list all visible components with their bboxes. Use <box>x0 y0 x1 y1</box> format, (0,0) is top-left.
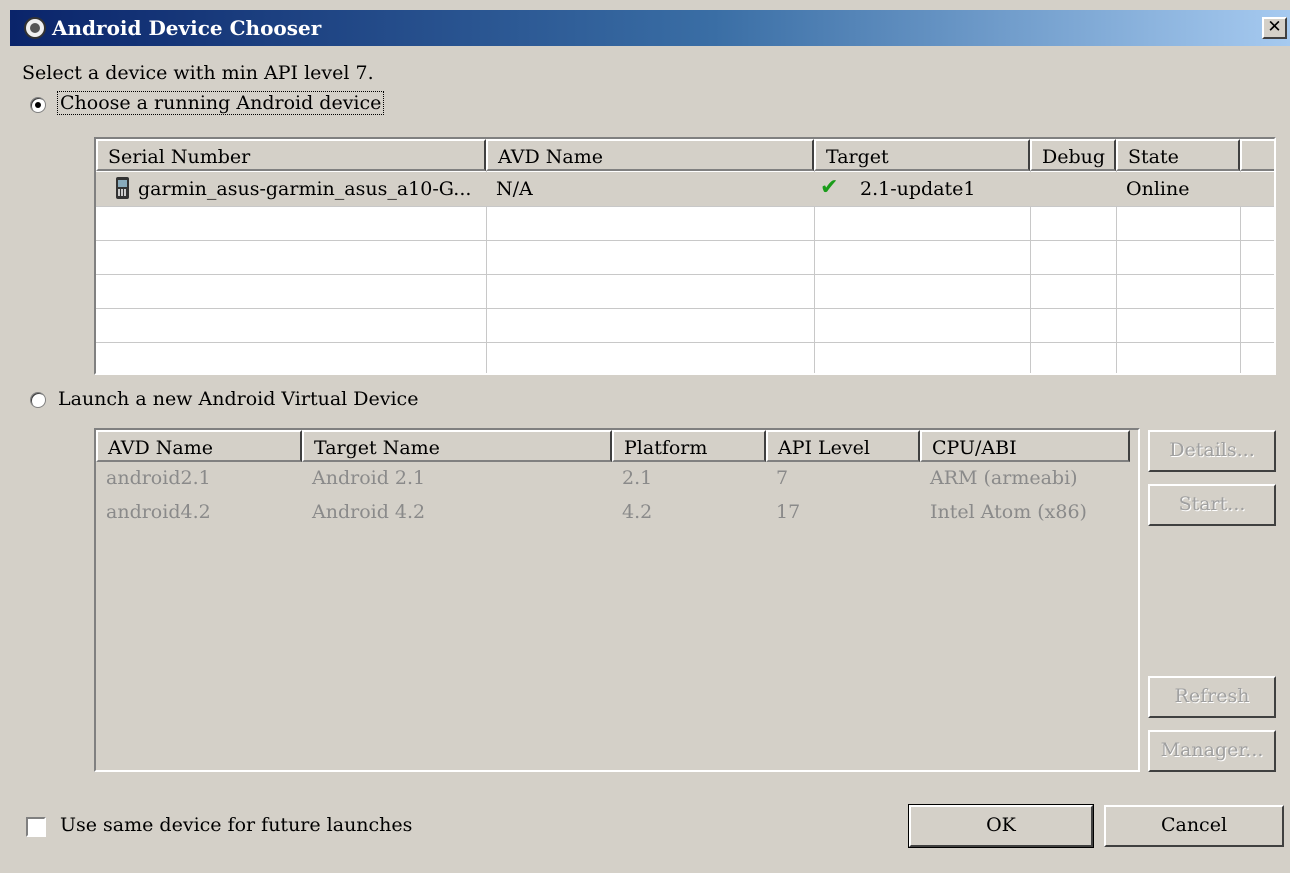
launch-avd-radio-label[interactable]: Launch a new Android Virtual Device <box>58 388 418 410</box>
window-title: Android Device Chooser <box>52 16 322 40</box>
refresh-button[interactable]: Refresh <box>1148 676 1276 718</box>
col-state[interactable]: State <box>1116 139 1240 171</box>
avd-name: android4.2 <box>106 501 211 523</box>
col-cpu-abi[interactable]: CPU/ABI <box>920 430 1130 462</box>
avd-platform: 4.2 <box>622 501 653 523</box>
launch-avd-radio[interactable] <box>30 392 46 408</box>
cell-serial: garmin_asus-garmin_asus_a10-G... <box>96 172 486 206</box>
serial-text: garmin_asus-garmin_asus_a10-G... <box>138 178 472 200</box>
col-target-name[interactable]: Target Name <box>302 430 612 462</box>
title-bar[interactable]: Android Device Chooser <box>10 10 1290 46</box>
col-target[interactable]: Target <box>814 139 1030 171</box>
cell-target: ✔ 2.1-update1 <box>814 172 1030 206</box>
same-device-checkbox[interactable] <box>26 817 46 837</box>
phone-icon <box>116 177 129 199</box>
avd-target: Android 4.2 <box>312 501 426 523</box>
start-button[interactable]: Start... <box>1148 484 1276 526</box>
avd-cpu: Intel Atom (x86) <box>930 501 1087 523</box>
same-device-checkbox-label[interactable]: Use same device for future launches <box>60 814 412 836</box>
col-avd-name[interactable]: AVD Name <box>486 139 814 171</box>
avd-platform: 2.1 <box>622 467 653 489</box>
running-devices-table[interactable]: Serial Number AVD Name Target Debug Stat… <box>94 137 1276 375</box>
col-api-level[interactable]: API Level <box>766 430 920 462</box>
device-row[interactable]: garmin_asus-garmin_asus_a10-G... N/A ✔ 2… <box>96 172 1274 206</box>
running-device-radio-label[interactable]: Choose a running Android device <box>56 91 385 115</box>
details-button[interactable]: Details... <box>1148 430 1276 472</box>
running-device-radio[interactable] <box>30 97 46 113</box>
prompt-text: Select a device with min API level 7. <box>22 62 374 84</box>
avd-api: 17 <box>776 501 801 523</box>
check-icon: ✔ <box>820 175 839 200</box>
cell-avd-name: N/A <box>496 178 533 200</box>
avd-api: 7 <box>776 467 789 489</box>
avd-table[interactable]: AVD Name Target Name Platform API Level … <box>94 428 1140 772</box>
col-avd-name[interactable]: AVD Name <box>96 430 302 462</box>
grid-line <box>96 274 1274 275</box>
grid-line <box>96 342 1274 343</box>
avd-row[interactable]: android2.1 Android 2.1 2.1 7 ARM (armeab… <box>96 464 1138 498</box>
running-devices-header: Serial Number AVD Name Target Debug Stat… <box>96 139 1274 171</box>
avd-row[interactable]: android4.2 Android 4.2 4.2 17 Intel Atom… <box>96 498 1138 532</box>
avd-cpu: ARM (armeabi) <box>930 467 1078 489</box>
avd-name: android2.1 <box>106 467 211 489</box>
col-debug[interactable]: Debug <box>1030 139 1116 171</box>
avd-target: Android 2.1 <box>312 467 426 489</box>
avd-table-header: AVD Name Target Name Platform API Level … <box>96 430 1138 462</box>
app-icon <box>24 17 46 39</box>
grid-line <box>96 206 1274 207</box>
cancel-button[interactable]: Cancel <box>1104 805 1284 847</box>
col-platform[interactable]: Platform <box>612 430 766 462</box>
close-icon[interactable]: ✕ <box>1262 17 1287 39</box>
target-text: 2.1-update1 <box>860 178 976 200</box>
cell-debug <box>1030 172 1116 206</box>
cell-state: Online <box>1126 178 1190 200</box>
android-device-chooser-window: Android Device Chooser ✕ Select a device… <box>0 0 1290 873</box>
grid-line <box>96 308 1274 309</box>
ok-button[interactable]: OK <box>908 804 1094 848</box>
grid-line <box>96 240 1274 241</box>
col-filler <box>1240 139 1274 171</box>
col-serial-number[interactable]: Serial Number <box>96 139 486 171</box>
manager-button[interactable]: Manager... <box>1148 730 1276 772</box>
